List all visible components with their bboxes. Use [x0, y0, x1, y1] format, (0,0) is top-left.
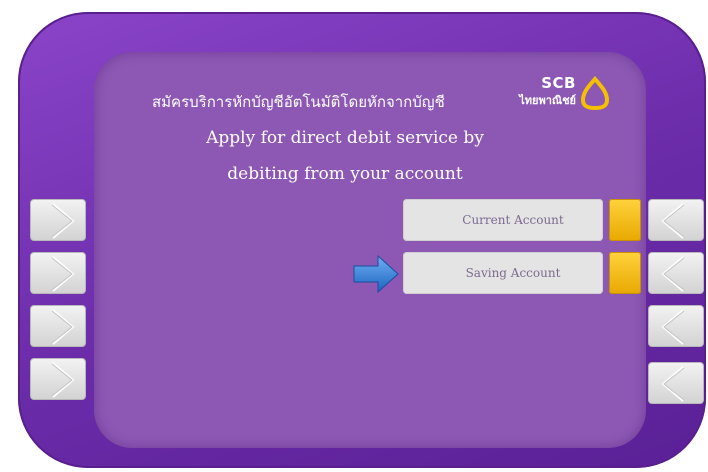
scb-logo: SCB ไทยพาณิชย์	[488, 74, 618, 118]
chevron-right-icon	[51, 203, 75, 239]
chevron-left-icon	[661, 366, 685, 402]
saving-account-button[interactable]: Saving Account	[403, 252, 603, 294]
left-side-button-1[interactable]	[30, 199, 86, 241]
chevron-left-icon	[661, 256, 685, 292]
current-account-button[interactable]: Current Account	[403, 199, 603, 241]
chevron-right-icon	[51, 256, 75, 292]
chevron-left-icon	[661, 309, 685, 345]
right-side-button-4[interactable]	[648, 362, 704, 404]
english-title-line-1: Apply for direct debit service by	[206, 128, 484, 148]
right-side-button-3[interactable]	[648, 305, 704, 347]
right-side-button-1[interactable]	[648, 199, 704, 241]
right-side-button-2[interactable]	[648, 252, 704, 294]
logo-thai-text: ไทยพาณิชย์	[519, 94, 576, 107]
left-side-button-2[interactable]	[30, 252, 86, 294]
scb-logo-icon	[580, 76, 610, 110]
chevron-right-icon	[51, 362, 75, 398]
saving-account-marker	[609, 252, 641, 294]
current-account-marker	[609, 199, 641, 241]
left-side-button-4[interactable]	[30, 358, 86, 400]
logo-brand-text: SCB	[541, 74, 576, 92]
arrow-right-icon	[353, 254, 399, 294]
left-side-button-3[interactable]	[30, 305, 86, 347]
thai-title: สมัครบริการหักบัญชีอัตโนมัติโดยหักจากบัญ…	[152, 93, 445, 111]
english-title-line-2: debiting from your account	[227, 164, 463, 184]
chevron-right-icon	[51, 309, 75, 345]
chevron-left-icon	[661, 203, 685, 239]
